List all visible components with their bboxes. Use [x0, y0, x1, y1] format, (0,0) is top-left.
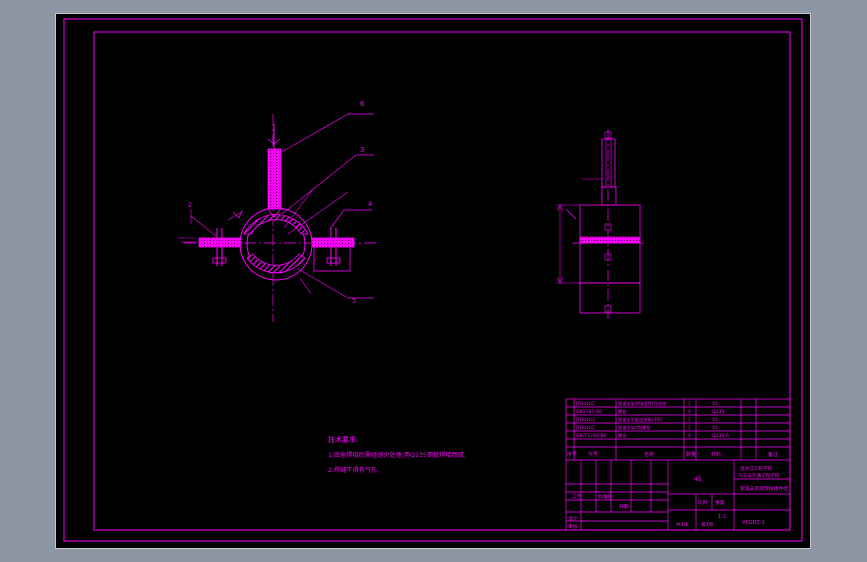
bom-row-0-code: JT04102: [575, 401, 595, 407]
bom-row-4-name: 螺母: [618, 432, 626, 439]
drawing-name: 管道支吊架焊接组件图: [740, 485, 788, 492]
title-block: [565, 398, 791, 531]
balloon-5: 5: [352, 297, 356, 305]
balloon-6: 6: [360, 100, 365, 108]
cad-drawing-viewport[interactable]: 6 3 4 5 2 技术要求: 1.底座焊接后需经退火处理,用Q235钢板焊接而…: [55, 13, 811, 549]
drawing-number: XKGDZ-1: [742, 520, 765, 526]
side-view: [556, 129, 646, 319]
scale-label: 比例: [698, 499, 708, 506]
bom-row-2-code: JT06103: [575, 417, 595, 423]
cad-drawing[interactable]: 6 3 4 5 2 技术要求: 1.底座焊接后需经退火处理,用Q235钢板焊接而…: [56, 14, 810, 548]
bom-row-2-qty: 1: [688, 417, 691, 423]
review-label: 审核: [568, 523, 578, 530]
notes-line-2: 2.焊缝不得有气孔.: [328, 466, 379, 474]
bom-rows: JT04102 管道支架焊接组件T型底座 1 45 GB5781-86 螺栓 4 Q235 JT…: [575, 400, 730, 439]
bom-row-3-material: 45: [712, 425, 718, 431]
bom-header-qty: 数量: [686, 451, 696, 458]
bom-row-4-code: GB/T5780-86: [576, 433, 606, 439]
bom-header-seq: 序号: [567, 451, 577, 458]
balloon-2: 2: [188, 202, 192, 209]
bom-row-1-name: 螺栓: [618, 408, 627, 415]
balloon-4: 4: [368, 200, 373, 208]
bom-row-4-qty: 4: [688, 433, 691, 439]
balloon-3: 3: [360, 146, 364, 154]
part-material: 45: [694, 476, 702, 483]
bom-header-material: 材料: [711, 451, 721, 458]
bom-row-1-qty: 4: [688, 409, 691, 415]
outer-frame: [63, 18, 803, 542]
sheet-count: 共1张: [676, 521, 689, 528]
bom-row-0-name: 管道支架焊接组件T型底座: [618, 400, 667, 407]
bom-row-3-qty: 1: [688, 425, 691, 431]
bom-row-0-material: 45: [712, 401, 718, 407]
bom-row-3-code: JT06102: [575, 425, 595, 431]
bom-row-2-name: 管道支吊架连接板L100: [618, 416, 662, 423]
scale-value: 1:1: [718, 514, 726, 520]
bom-header-name: 名称: [644, 451, 654, 458]
bom-row-3-name: 管道吊架U型螺栓: [618, 424, 651, 431]
bom-row-0-qty: 1: [688, 401, 691, 407]
sheet-index: 第1张: [701, 521, 714, 528]
school-name: 黑龙江工程学院: [740, 465, 773, 472]
bom-header-code: 代号: [588, 451, 598, 458]
bom-row-1-code: GB5781-86: [576, 409, 602, 415]
notes-title: 技术要求:: [328, 435, 358, 444]
dept-name: 汽车与交通工程学院: [738, 472, 780, 479]
std-label: 标准化: [598, 493, 613, 500]
bom-row-2-material: 45: [712, 417, 718, 423]
bom-header-note: 备注: [768, 451, 778, 458]
notes-line-1: 1.底座焊接后需经退火处理,用Q235钢板焊接而成.: [328, 451, 466, 459]
bom-row-1-material: Q235: [712, 409, 724, 415]
weight-label: 重量: [715, 499, 725, 506]
front-view: [178, 113, 376, 322]
bom-row-4-material: Q235-A: [712, 433, 730, 439]
process-label: 工艺: [572, 494, 582, 500]
design-label: 设计: [568, 515, 578, 522]
date-label: 日期: [619, 504, 629, 510]
